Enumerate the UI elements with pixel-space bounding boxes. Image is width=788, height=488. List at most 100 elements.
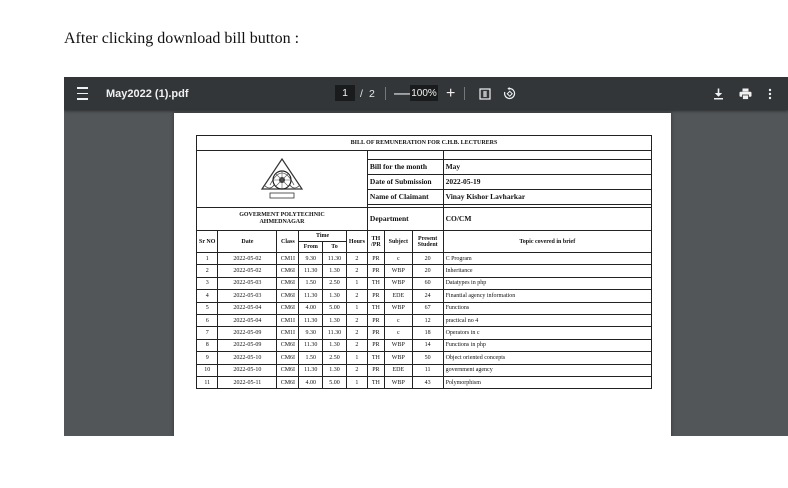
month-value: May xyxy=(442,159,653,175)
table-cell: Polymorphism xyxy=(442,375,653,390)
table-cell: 1.30 xyxy=(322,289,347,303)
table-cell: 24 xyxy=(411,289,444,303)
table-cell: 2 xyxy=(345,251,368,266)
pdf-toolbar: May2022 (1).pdf 1 / 2 — 100% + xyxy=(64,77,788,110)
col-time-to: To xyxy=(322,241,347,253)
col-date: Date xyxy=(217,230,278,253)
pdf-viewer: May2022 (1).pdf 1 / 2 — 100% + BILL OF R… xyxy=(64,77,788,436)
table-cell: 1.30 xyxy=(322,264,347,278)
table-cell: 2 xyxy=(345,313,368,328)
col-sr-no: Sr NO xyxy=(195,230,219,253)
table-cell: CM1I xyxy=(276,313,300,328)
college-logo xyxy=(196,150,368,208)
table-row: 8 2022-05-09 CM6I 11.30 1.30 2 PR WBP 14 Function… xyxy=(195,338,653,353)
table-cell: EDE xyxy=(383,363,413,377)
download-icon[interactable] xyxy=(713,77,724,110)
pdf-page: BILL OF REMUNERATION FOR C.H.B. LECTURER… xyxy=(174,113,671,436)
bill-table: BILL OF REMUNERATION FOR C.H.B. LECTURER… xyxy=(195,135,653,390)
table-row: 6 2022-05-04 CM1I 11.30 1.30 2 PR c 12 practical … xyxy=(195,313,653,328)
more-options-icon[interactable] xyxy=(768,77,772,110)
table-cell: WBP xyxy=(383,276,413,291)
page-caption: After clicking download bill button : xyxy=(64,30,300,47)
table-cell: 1 xyxy=(345,375,368,390)
table-cell: 1.30 xyxy=(322,313,347,328)
table-cell: Operators in c xyxy=(442,326,653,340)
table-cell: 4 xyxy=(195,289,219,303)
table-cell: 5.00 xyxy=(322,301,347,315)
fit-to-page-icon[interactable] xyxy=(479,77,491,110)
table-cell: 2.50 xyxy=(322,276,347,291)
table-cell: Object oriented concepts xyxy=(442,351,653,365)
table-cell: 1.30 xyxy=(322,338,347,353)
table-cell: 11.30 xyxy=(322,251,347,266)
table-cell: 20 xyxy=(411,264,444,278)
table-cell: PR xyxy=(366,326,385,340)
table-cell: CM1I xyxy=(276,326,300,340)
col-present: Present Student xyxy=(411,230,444,253)
table-cell: 2 xyxy=(345,363,368,377)
table-cell: PR xyxy=(366,289,385,303)
table-cell: 10 xyxy=(195,363,219,377)
col-hours: Hours xyxy=(345,230,368,253)
col-time-from: From xyxy=(298,241,324,253)
table-cell: WBP xyxy=(383,375,413,390)
month-label: Bill for the month xyxy=(366,159,444,175)
table-cell: TH xyxy=(366,301,385,315)
table-cell: 4.00 xyxy=(298,301,324,315)
print-icon[interactable] xyxy=(739,77,752,110)
college-name: GOVERMENT POLYTECHNIC AHMEDNAGAR xyxy=(196,207,368,231)
table-cell: 4.00 xyxy=(298,375,324,390)
table-cell: practical no 4 xyxy=(442,313,653,328)
table-cell: 9 xyxy=(195,351,219,365)
table-cell: PR xyxy=(366,363,385,377)
table-cell: Functions in php xyxy=(442,338,653,353)
table-cell: CM6I xyxy=(276,351,300,365)
college-name-line2: AHMEDNAGAR xyxy=(259,219,305,225)
table-cell: 9.30 xyxy=(298,251,324,266)
table-row: 7 2022-05-09 CM1I 9.30 11.30 2 PR c 18 Operators … xyxy=(195,326,653,340)
submission-date-value: 2022-05-19 xyxy=(442,174,653,190)
table-cell: 2022-05-02 xyxy=(217,264,278,278)
table-cell: C Program xyxy=(442,251,653,266)
table-cell: 2022-05-04 xyxy=(217,313,278,328)
table-cell: 2.50 xyxy=(322,351,347,365)
table-cell: 1.50 xyxy=(298,351,324,365)
toolbar-divider xyxy=(385,87,386,100)
table-cell: 8 xyxy=(195,338,219,353)
zoom-out-button[interactable]: — xyxy=(394,77,410,110)
table-cell: WBP xyxy=(383,301,413,315)
table-cell: WBP xyxy=(383,338,413,353)
bill-rows: 1 2022-05-02 CM1I 9.30 11.30 2 PR c 20 C Program 2… xyxy=(195,251,653,390)
table-cell: 2022-05-02 xyxy=(217,251,278,266)
table-cell: 2 xyxy=(345,264,368,278)
table-cell: CM6I xyxy=(276,375,300,390)
page-separator: / xyxy=(360,87,363,100)
table-cell: CM6I xyxy=(276,363,300,377)
table-cell: 2022-05-09 xyxy=(217,338,278,353)
table-cell: 43 xyxy=(411,375,444,390)
table-cell: 2022-05-03 xyxy=(217,276,278,291)
table-cell: 2 xyxy=(345,289,368,303)
zoom-in-button[interactable]: + xyxy=(446,77,455,110)
table-row: 9 2022-05-10 CM6I 1.50 2.50 1 TH WBP 50 Object or… xyxy=(195,351,653,365)
menu-icon[interactable] xyxy=(77,77,88,110)
table-cell: 60 xyxy=(411,276,444,291)
table-cell: 2022-05-04 xyxy=(217,301,278,315)
zoom-level-input[interactable]: 100% xyxy=(410,85,438,101)
table-cell: 14 xyxy=(411,338,444,353)
table-cell: Finantial agency information xyxy=(442,289,653,303)
table-cell: CM1I xyxy=(276,251,300,266)
rotate-icon[interactable] xyxy=(503,77,516,110)
table-cell: 5.00 xyxy=(322,375,347,390)
table-cell: 1 xyxy=(345,351,368,365)
table-cell: 1.30 xyxy=(322,363,347,377)
table-cell: TH xyxy=(366,276,385,291)
table-row: 3 2022-05-03 CM6I 1.50 2.50 1 TH WBP 60 Datatypes… xyxy=(195,276,653,291)
table-cell: c xyxy=(383,313,413,328)
page-number-input[interactable]: 1 xyxy=(335,85,355,101)
department-label: Department xyxy=(366,207,444,231)
table-cell: 2 xyxy=(195,264,219,278)
table-row: 11 2022-05-11 CM6I 4.00 5.00 1 TH WBP 43 Polymorp… xyxy=(195,375,653,390)
table-cell: 1 xyxy=(345,276,368,291)
table-cell: 2022-05-03 xyxy=(217,289,278,303)
